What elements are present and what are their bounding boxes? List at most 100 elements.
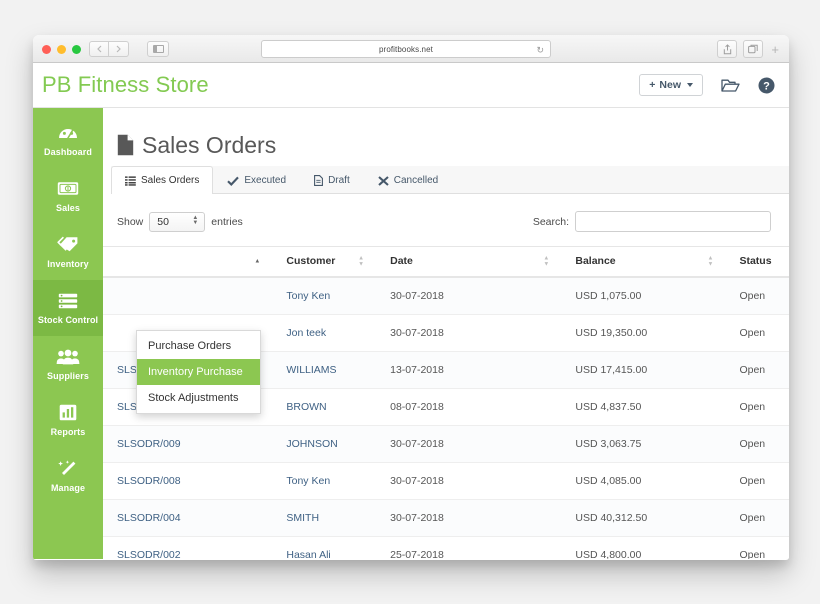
sidebar-item-sales[interactable]: Sales — [33, 168, 103, 224]
sidebar-item-label: Inventory — [35, 259, 101, 270]
search-input[interactable] — [575, 211, 771, 232]
stock-control-dropdown-menu: Purchase Orders Inventory Purchase Stock… — [136, 330, 261, 414]
tab-draft[interactable]: Draft — [300, 166, 364, 194]
money-bill-icon — [35, 179, 101, 198]
cell-customer: JOHNSON — [272, 426, 376, 463]
cell-id[interactable]: SLSODR/002 — [103, 537, 272, 560]
app-brand-title: PB Fitness Store — [42, 72, 209, 98]
sidebar-item-label: Suppliers — [35, 371, 101, 382]
sidebar-item-manage[interactable]: Manage — [33, 448, 103, 504]
new-tab-button[interactable]: + — [771, 42, 779, 57]
sidebar-toggle-icon — [153, 45, 164, 53]
minimize-window-button[interactable] — [57, 45, 66, 54]
close-window-button[interactable] — [42, 45, 51, 54]
sort-both-icon: ▲▼ — [358, 256, 364, 267]
sidebar-item-label: Dashboard — [35, 147, 101, 158]
maximize-window-button[interactable] — [72, 45, 81, 54]
new-button-label: New — [659, 79, 681, 91]
entries-length-control: Show 50 ▲▼ entries — [117, 212, 243, 232]
cell-status: Open — [725, 500, 789, 537]
show-tabs-button[interactable] — [743, 40, 763, 58]
tab-bar: Sales Orders Executed Draft — [111, 166, 789, 194]
app-header: PB Fitness Store + New ? — [33, 63, 789, 108]
cell-customer: Tony Ken — [272, 463, 376, 500]
cell-id[interactable]: SLSODR/008 — [103, 463, 272, 500]
page-title-text: Sales Orders — [142, 132, 276, 159]
cell-status: Open — [725, 315, 789, 352]
address-bar[interactable]: profitbooks.net ↻ — [261, 40, 551, 58]
cell-date: 25-07-2018 — [376, 537, 561, 560]
cell-balance: USD 4,800.00 — [561, 537, 725, 560]
table-header-row: ▲ Customer ▲▼ Date ▲▼ Balance ▲▼ — [103, 247, 789, 278]
cell-status: Open — [725, 426, 789, 463]
sidebar-item-label: Manage — [35, 483, 101, 494]
cell-status: Open — [725, 389, 789, 426]
cell-date: 30-07-2018 — [376, 277, 561, 315]
sidebar-item-label: Sales — [35, 203, 101, 214]
entries-value: 50 — [157, 216, 169, 228]
entries-select[interactable]: 50 ▲▼ — [149, 212, 205, 232]
column-header-balance[interactable]: Balance ▲▼ — [561, 247, 725, 278]
sidebar-item-stock-control[interactable]: Stock Control — [33, 280, 103, 336]
tab-cancelled[interactable]: Cancelled — [364, 166, 452, 194]
header-actions: + New ? — [639, 74, 775, 96]
sidebar-item-label: Stock Control — [35, 315, 101, 326]
sidebar-toggle-button[interactable] — [147, 41, 169, 57]
svg-text:?: ? — [763, 80, 770, 92]
cell-date: 30-07-2018 — [376, 426, 561, 463]
column-label: Date — [390, 255, 413, 267]
tab-executed[interactable]: Executed — [213, 166, 300, 194]
table-header: ▲ Customer ▲▼ Date ▲▼ Balance ▲▼ — [103, 247, 789, 278]
table-toolbar: Show 50 ▲▼ entries Search: — [103, 194, 789, 246]
page-title: Sales Orders — [103, 108, 789, 166]
entries-label: entries — [211, 216, 243, 228]
list-icon — [125, 176, 136, 186]
new-button[interactable]: + New — [639, 74, 703, 96]
cell-date: 13-07-2018 — [376, 352, 561, 389]
menu-item-inventory-purchase[interactable]: Inventory Purchase — [137, 359, 260, 385]
chevron-down-icon — [687, 83, 693, 87]
browser-titlebar: profitbooks.net ↻ + — [33, 35, 789, 63]
cell-customer: BROWN — [272, 389, 376, 426]
cell-id[interactable]: SLSODR/004 — [103, 500, 272, 537]
cell-id[interactable]: SLSODR/009 — [103, 426, 272, 463]
column-header-status[interactable]: Status — [725, 247, 789, 278]
forward-button[interactable] — [109, 41, 129, 57]
cell-status: Open — [725, 463, 789, 500]
cell-customer: Hasan Ali — [272, 537, 376, 560]
tab-label: Draft — [328, 175, 350, 186]
show-label: Show — [117, 216, 143, 228]
magic-wand-icon — [35, 459, 101, 478]
cell-balance: USD 19,350.00 — [561, 315, 725, 352]
menu-item-purchase-orders[interactable]: Purchase Orders — [137, 333, 260, 359]
tab-label: Sales Orders — [141, 175, 199, 186]
cell-balance: USD 4,085.00 — [561, 463, 725, 500]
tag-icon — [35, 235, 101, 254]
reload-icon[interactable]: ↻ — [536, 45, 544, 55]
table-row[interactable]: SLSODR/004 SMITH 30-07-2018 USD 40,312.5… — [103, 500, 789, 537]
help-circle-icon[interactable]: ? — [758, 77, 775, 94]
tab-sales-orders[interactable]: Sales Orders — [111, 166, 213, 194]
table-body: Tony Ken 30-07-2018 USD 1,075.00 Open Jo… — [103, 277, 789, 559]
table-row[interactable]: Tony Ken 30-07-2018 USD 1,075.00 Open — [103, 277, 789, 315]
column-header-id[interactable]: ▲ — [103, 247, 272, 278]
table-row[interactable]: SLSODR/002 Hasan Ali 25-07-2018 USD 4,80… — [103, 537, 789, 560]
table-row[interactable]: SLSODR/008 Tony Ken 30-07-2018 USD 4,085… — [103, 463, 789, 500]
column-header-date[interactable]: Date ▲▼ — [376, 247, 561, 278]
file-document-icon — [117, 134, 134, 156]
cell-id[interactable] — [103, 277, 272, 315]
sidebar-item-reports[interactable]: Reports — [33, 392, 103, 448]
folder-open-icon[interactable] — [721, 78, 740, 93]
sidebar-item-dashboard[interactable]: Dashboard — [33, 112, 103, 168]
browser-nav-buttons — [89, 41, 129, 57]
window-controls — [42, 45, 81, 54]
stack-list-icon — [35, 291, 101, 310]
menu-item-stock-adjustments[interactable]: Stock Adjustments — [137, 385, 260, 411]
share-button[interactable] — [717, 40, 737, 58]
sidebar-item-suppliers[interactable]: Suppliers — [33, 336, 103, 392]
table-row[interactable]: SLSODR/009 JOHNSON 30-07-2018 USD 3,063.… — [103, 426, 789, 463]
column-header-customer[interactable]: Customer ▲▼ — [272, 247, 376, 278]
tab-label: Cancelled — [394, 175, 438, 186]
back-button[interactable] — [89, 41, 109, 57]
sidebar-item-inventory[interactable]: Inventory — [33, 224, 103, 280]
